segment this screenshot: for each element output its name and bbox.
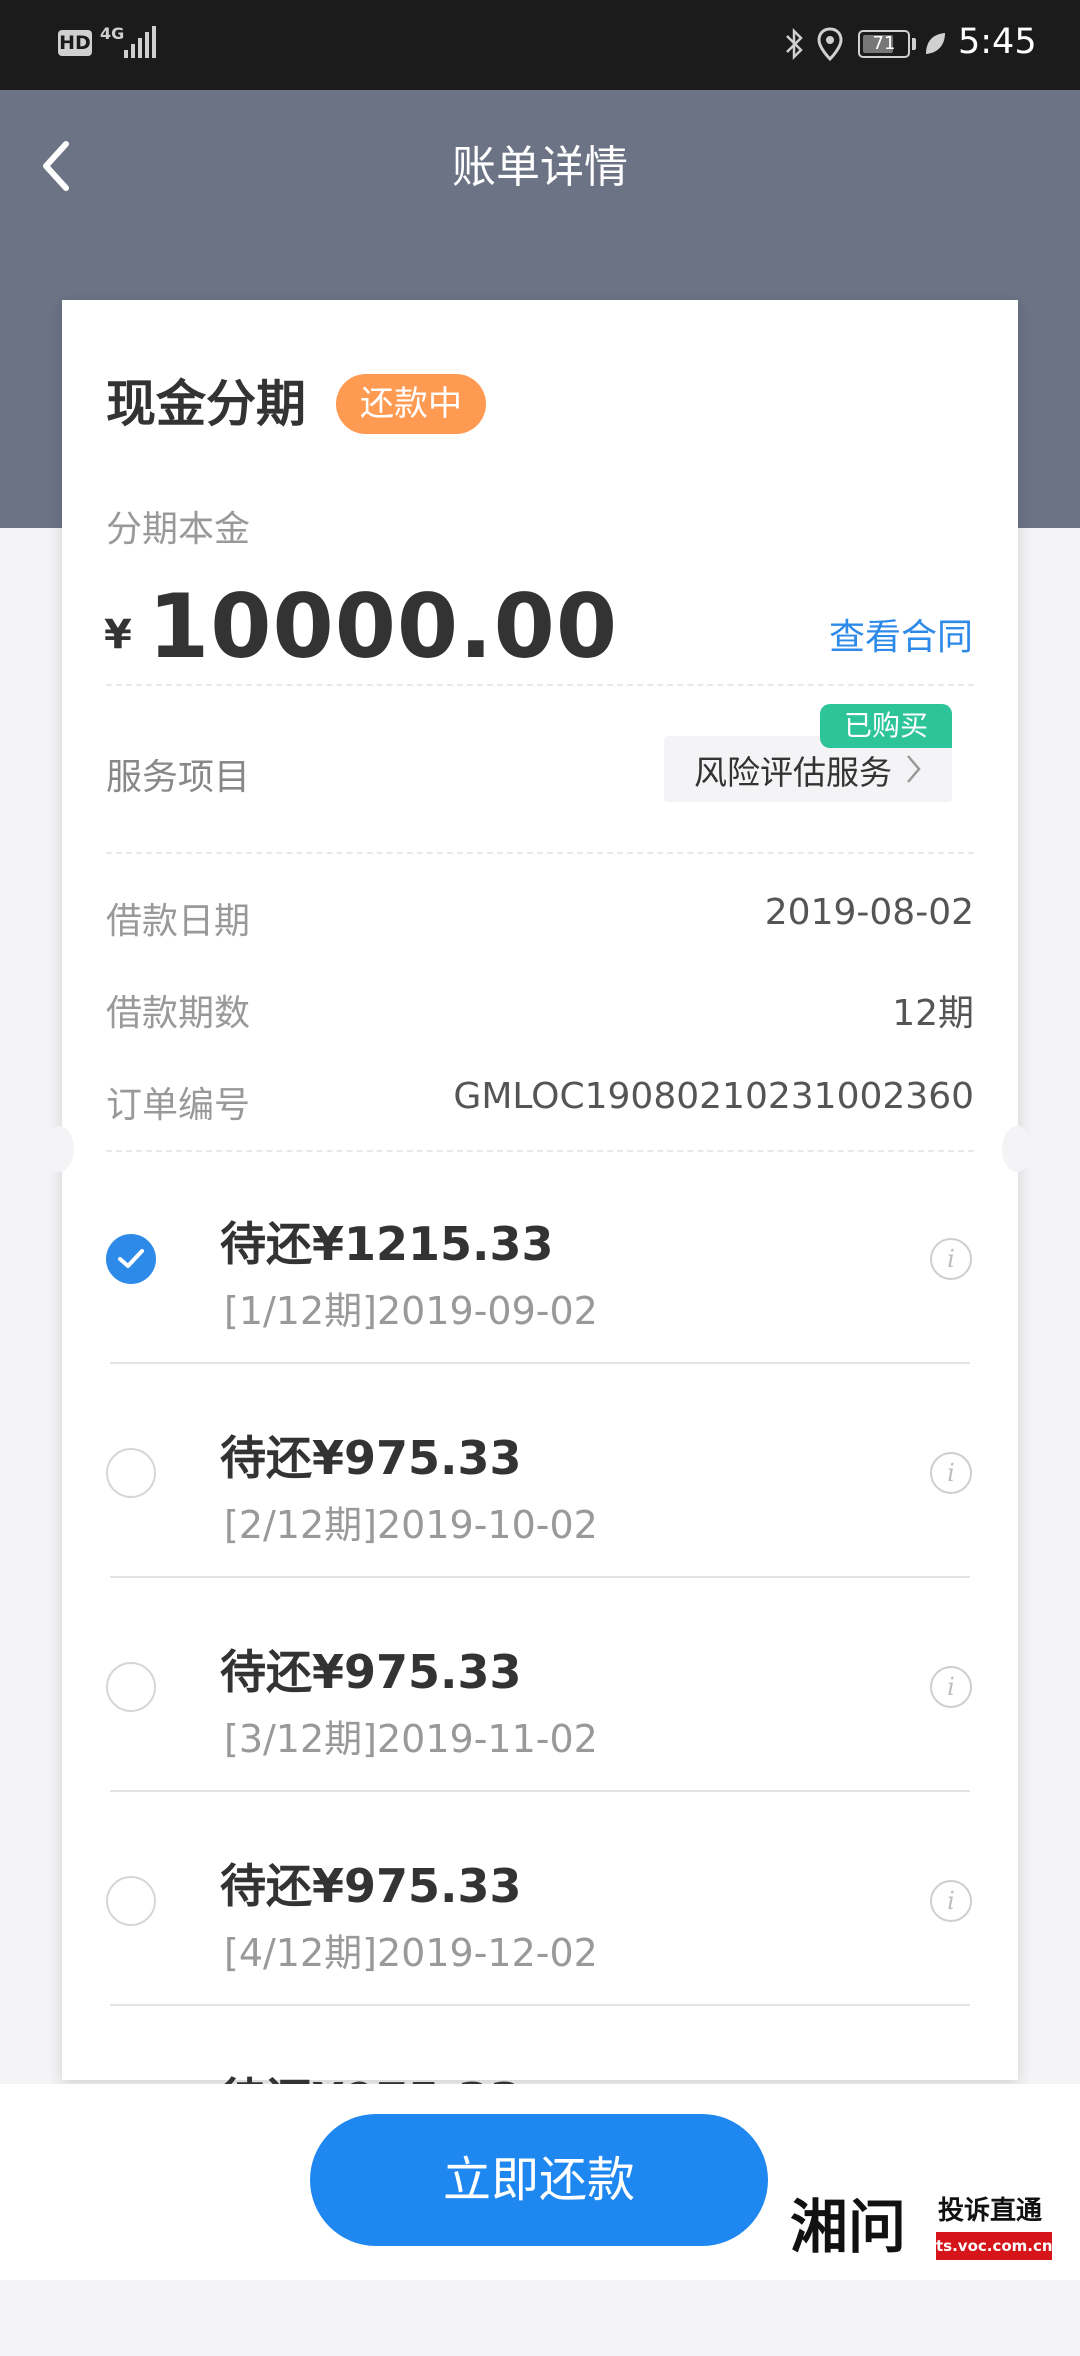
signal-icon [124, 26, 156, 58]
loan-date-value: 2019-08-02 [764, 892, 974, 933]
service-label: 服务项目 [106, 757, 251, 798]
installment-row[interactable]: 待还¥975.33 [3/12期]2019-11-02 i [62, 1578, 1018, 1792]
status-badge: 还款中 [336, 374, 486, 434]
installment-row[interactable]: 待还¥1215.33 [1/12期]2019-09-02 i [62, 1150, 1018, 1364]
bottom-bar: 立即还款 湘问 投诉直通车 ts.voc.com.cn [0, 2084, 1080, 2280]
installment-amount: 待还¥975.33 [220, 1431, 522, 1485]
installment-term: [3/12期]2019-11-02 [224, 1717, 598, 1761]
installment-row[interactable]: 待还¥975.33 [2/12期]2019-10-02 i [62, 1364, 1018, 1578]
divider [106, 852, 974, 854]
installment-amount: 待还¥975.33 [220, 1859, 522, 1913]
battery-tip [912, 38, 916, 50]
chevron-right-icon [907, 755, 921, 783]
installment-term: [2/12期]2019-10-02 [224, 1503, 598, 1547]
watermark-logo: 湘问 [790, 2193, 907, 2261]
purchased-tag: 已购买 [820, 704, 952, 748]
loan-date-label: 借款日期 [106, 901, 251, 942]
page-title: 账单详情 [452, 142, 628, 193]
battery-percent: 71 [872, 33, 896, 54]
watermark: 湘问 投诉直通车 ts.voc.com.cn [790, 2186, 1066, 2356]
installment-term: [4/12期]2019-12-02 [224, 1931, 598, 1975]
hd-icon: HD [58, 30, 92, 56]
order-number-label: 订单编号 [106, 1085, 251, 1126]
bluetooth-icon [786, 27, 803, 61]
principal-amount: 10000.00 [148, 575, 619, 678]
installment-row[interactable]: 待还¥975.33 [4/12期]2019-12-02 i [62, 1792, 1018, 2006]
info-icon[interactable]: i [930, 1452, 972, 1494]
order-number-value: GMLOC19080210231002360 [453, 1076, 974, 1117]
service-name: 风险评估服务 [694, 753, 892, 792]
loan-terms-label: 借款期数 [106, 993, 251, 1034]
status-bar: HD 4G 71 5:45 [0, 0, 1080, 90]
info-icon[interactable]: i [930, 1880, 972, 1922]
installment-term: [1/12期]2019-09-02 [224, 1289, 598, 1333]
currency-symbol: ¥ [104, 612, 132, 658]
info-icon[interactable]: i [930, 1666, 972, 1708]
clock: 5:45 [958, 22, 1037, 62]
watermark-url: ts.voc.com.cn [936, 2232, 1053, 2260]
check-icon [118, 1249, 144, 1268]
installment-amount: 待还¥1215.33 [220, 1217, 554, 1271]
location-icon [817, 27, 843, 62]
view-contract-link[interactable]: 查看合同 [829, 608, 973, 660]
installment-checkbox[interactable] [106, 1448, 156, 1498]
installment-checkbox[interactable] [106, 1234, 156, 1284]
principal-label: 分期本金 [106, 509, 251, 550]
installment-amount: 待还¥975.33 [220, 1645, 522, 1699]
network-type: 4G [100, 24, 125, 43]
product-name: 现金分期 [106, 375, 306, 433]
battery-icon: 71 [858, 30, 910, 58]
info-icon[interactable]: i [930, 1238, 972, 1280]
divider [106, 684, 974, 686]
installment-checkbox[interactable] [106, 1662, 156, 1712]
leaf-icon [926, 33, 945, 54]
installment-checkbox[interactable] [106, 1876, 156, 1926]
pay-now-button[interactable]: 立即还款 [310, 2114, 768, 2246]
loan-terms-value: 12期 [892, 993, 974, 1034]
